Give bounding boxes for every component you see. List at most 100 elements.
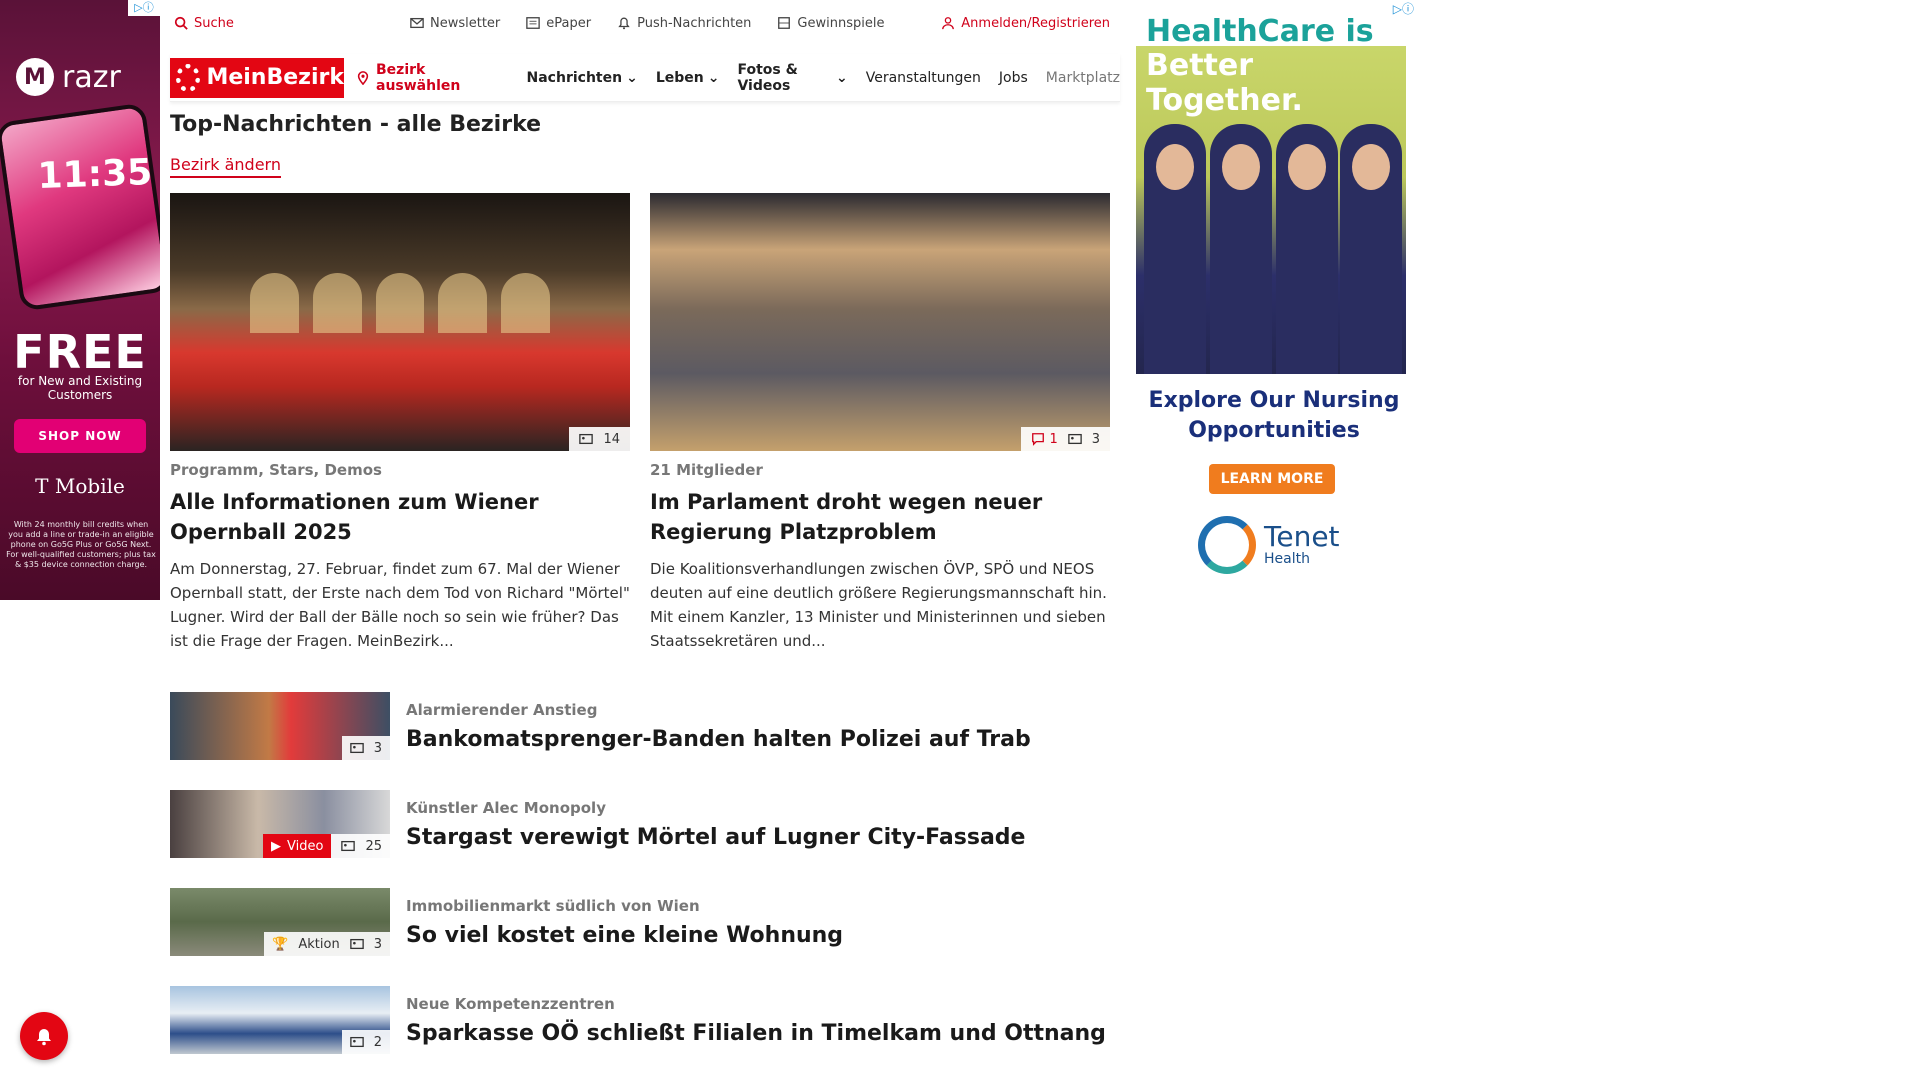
list-headline[interactable]: Bankomatsprenger-Banden halten Polizei a… (406, 727, 1031, 752)
logo-flower-icon (176, 63, 201, 92)
login-link[interactable]: Anmelden/Registrieren (941, 16, 1110, 31)
nav-label: Fotos & Videos (737, 61, 798, 94)
phone-clock: 11:35 (36, 152, 153, 198)
nav-veranstaltungen[interactable]: Veranstaltungen (866, 62, 981, 94)
list-kicker: Alarmierender Anstieg (406, 700, 598, 719)
list-item[interactable]: 🏆 Aktion 3 Immobilienmarkt südlich von W… (170, 888, 1110, 956)
gewinnspiele-link[interactable]: Gewinnspiele (777, 16, 884, 31)
photo-count: 25 (365, 838, 382, 854)
phone-image: 11:35 (0, 102, 160, 312)
list-item[interactable]: 2 Neue Kompetenzzentren Sparkasse OÖ sch… (170, 986, 1110, 1054)
play-icon: ▶ (271, 838, 282, 854)
media-badges: 🏆 Aktion 3 (264, 932, 390, 956)
story-kicker: Programm, Stars, Demos (170, 461, 382, 479)
nav-marktplatz[interactable]: Marktplatz (1046, 62, 1120, 94)
aktion-label: Aktion (298, 936, 340, 952)
image-icon (349, 937, 364, 951)
story-headline[interactable]: Im Parlament droht wegen neuer Regierung… (650, 487, 1110, 547)
photo-count: 2 (373, 1034, 382, 1050)
learn-more-button[interactable]: LEARN MORE (1209, 464, 1335, 494)
tenet-ring-icon (1198, 516, 1256, 574)
site-logo[interactable]: MeinBezirk (170, 57, 344, 98)
nav-fotos-videos[interactable]: Fotos & Videos ⌄ (737, 62, 847, 94)
photo-count-badge: 3 (341, 736, 390, 760)
nav-label: Leben (655, 69, 704, 86)
main-nav: MeinBezirk Bezirk auswählen Nachrichten ⌄… (170, 54, 1120, 102)
mail-icon (410, 16, 424, 30)
trophy-icon: 🏆 (272, 936, 289, 952)
ad-free-subtitle: for New and Existing Customers (17, 374, 143, 402)
notification-bell-button[interactable] (20, 1012, 68, 1060)
list-item[interactable]: ▶ Video 25 Künstler Alec Monopoly Starga… (170, 790, 1110, 858)
gewinnspiele-label: Gewinnspiele (797, 15, 885, 31)
gift-icon (777, 16, 791, 30)
image-icon (1067, 432, 1082, 446)
photo-count: 3 (1091, 431, 1100, 447)
ad-banner-right[interactable]: ▷ⓘ HealthCare is Better Together. Explor… (1128, 0, 1420, 600)
list-headline[interactable]: So viel kostet eine kleine Wohnung (406, 923, 843, 948)
utility-bar: Suche Newsletter ePaper Push-Nachrichten… (170, 0, 1120, 46)
logo-text: MeinBezirk (206, 65, 344, 90)
nav-jobs[interactable]: Jobs (999, 62, 1028, 94)
video-label: Video (287, 838, 324, 854)
adchoices-icon[interactable]: ▷ⓘ (1393, 0, 1414, 17)
shop-now-button[interactable]: SHOP NOW (14, 419, 146, 453)
ad-photo: Better Together. (1136, 46, 1406, 374)
ad-fine-print: With 24 monthly bill credits when you ad… (6, 520, 156, 569)
nav-links: Nachrichten ⌄ Leben ⌄ Fotos & Videos ⌄ Vera… (527, 62, 1120, 94)
list-headline[interactable]: Stargast verewigt Mörtel auf Lugner City… (406, 825, 1025, 850)
ad-explore-text: Explore Our Nursing Opportunities (1148, 388, 1400, 443)
tenet-name: Tenet (1264, 520, 1340, 553)
story-kicker: 21 Mitglieder (650, 461, 763, 479)
epaper-label: ePaper (546, 15, 592, 31)
top-stories: 14 Programm, Stars, Demos Alle Informati… (170, 193, 1110, 653)
main-content: Top-Nachrichten - alle Bezirke Bezirk än… (170, 112, 1120, 1054)
list-headline[interactable]: Sparkasse OÖ schließt Filialen in Timelk… (406, 1021, 1106, 1046)
page-title: Top-Nachrichten - alle Bezirke (170, 112, 542, 137)
user-icon (941, 16, 955, 30)
nav-nachrichten[interactable]: Nachrichten ⌄ (527, 62, 638, 94)
ad-banner-left[interactable]: ▷ⓘ M razr 11:35 FREE for New and Existin… (0, 0, 160, 600)
bezirk-select[interactable]: Bezirk auswählen (356, 62, 509, 94)
change-bezirk-link[interactable]: Bezirk ändern (170, 155, 281, 178)
tenet-sub: Health (1264, 551, 1310, 567)
nav-label: Nachrichten (526, 69, 623, 86)
list-kicker: Künstler Alec Monopoly (406, 798, 606, 817)
list-thumb[interactable]: ▶ Video 25 (170, 790, 390, 858)
list-thumb[interactable]: 2 (170, 986, 390, 1054)
bezirk-label: Bezirk auswählen (376, 61, 461, 94)
search-link[interactable]: Suche (174, 16, 234, 31)
push-link[interactable]: Push-Nachrichten (617, 16, 751, 31)
bell-icon (617, 16, 631, 30)
list-thumb[interactable]: 🏆 Aktion 3 (170, 888, 390, 956)
tenet-logo: Tenet Health (1198, 516, 1340, 574)
photo-count: 3 (373, 936, 382, 952)
adchoices-icon[interactable]: ▷ⓘ (128, 0, 160, 16)
search-icon (174, 16, 188, 30)
nav-leben[interactable]: Leben ⌄ (656, 62, 720, 94)
ad-free-heading: FREE (13, 325, 147, 379)
image-icon (341, 839, 356, 853)
video-badge: ▶ Video (263, 834, 332, 858)
story-headline[interactable]: Alle Informationen zum Wiener Opernball … (170, 487, 630, 547)
newsletter-link[interactable]: Newsletter (410, 16, 500, 31)
story-teaser: Die Koalitionsverhandlungen zwischen ÖVP… (650, 560, 1107, 650)
comment-icon (1031, 432, 1045, 446)
list-item[interactable]: 3 Alarmierender Anstieg Bankomatsprenger… (170, 692, 1110, 760)
story-image[interactable]: 14 (170, 193, 630, 451)
motorola-logo-icon: M (16, 58, 54, 96)
push-label: Push-Nachrichten (637, 15, 752, 31)
epaper-link[interactable]: ePaper (526, 16, 591, 31)
location-pin-icon (356, 70, 370, 85)
story-card[interactable]: 1 3 21 Mitglieder Im Parlament droht weg… (650, 193, 1110, 653)
list-kicker: Immobilienmarkt südlich von Wien (406, 896, 700, 915)
photo-count: 14 (603, 431, 620, 447)
list-thumb[interactable]: 3 (170, 692, 390, 760)
story-card[interactable]: 14 Programm, Stars, Demos Alle Informati… (170, 193, 630, 653)
ad-brand-name: razr (62, 59, 121, 95)
image-icon (349, 1035, 364, 1049)
photo-count: 3 (373, 740, 382, 756)
ad-brand: M razr (16, 58, 121, 96)
story-image[interactable]: 1 3 (650, 193, 1110, 451)
comment-count: 1 (1031, 432, 1058, 447)
